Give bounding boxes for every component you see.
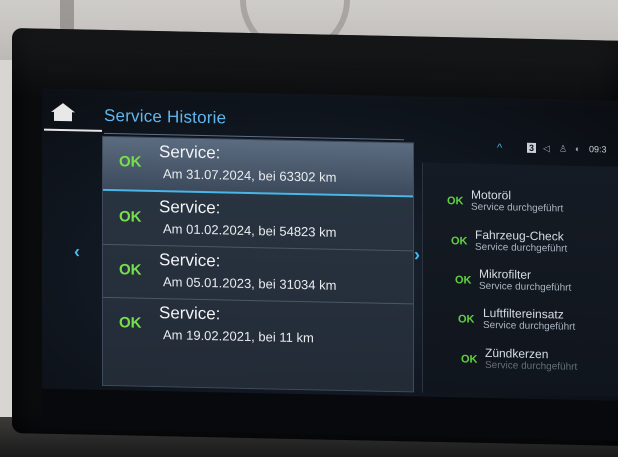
ok-status: OK (119, 153, 142, 171)
next-chevron-icon[interactable]: › (414, 244, 420, 265)
ok-status: OK (451, 235, 468, 248)
detail-subtitle: Service durchgeführt (475, 241, 568, 255)
notification-badge: 3 (527, 142, 537, 153)
service-detail: Am 05.01.2023, bei 31034 km (163, 274, 337, 293)
detail-item: OK Mikrofilter Service durchgeführt (423, 266, 618, 308)
service-entry-2[interactable]: OK Service: Am 01.02.2024, bei 54823 km (103, 191, 413, 252)
screen-glare (12, 28, 618, 111)
service-title: Service: (159, 250, 221, 271)
scroll-up-icon[interactable]: ^ (497, 142, 502, 154)
page-title: Service Historie (104, 105, 227, 128)
detail-subtitle: Service durchgeführt (471, 201, 564, 215)
ok-status: OK (458, 313, 475, 326)
ok-status: OK (119, 208, 142, 226)
detail-item: OK Luftfiltereinsatz Service durchgeführ… (423, 305, 618, 347)
service-title: Service: (159, 142, 221, 163)
detail-title: Motoröl (471, 187, 512, 203)
service-entry-3[interactable]: OK Service: Am 05.01.2023, bei 31034 km (103, 244, 413, 305)
detail-item: OK Motoröl Service durchgeführt (423, 187, 618, 229)
user-icon: ♙ (559, 143, 568, 154)
service-title: Service: (159, 197, 221, 218)
ok-status: OK (119, 261, 142, 279)
service-detail: Am 31.07.2024, bei 63302 km (163, 166, 337, 185)
detail-subtitle: Service durchgeführt (483, 319, 576, 333)
detail-item: OK Fahrzeug-Check Service durchgeführt (423, 227, 618, 269)
service-detail: Am 01.02.2024, bei 54823 km (163, 221, 337, 240)
ok-status: OK (119, 314, 142, 332)
detail-title: Zündkerzen (485, 345, 549, 362)
connection-icon: ◐ (575, 143, 581, 154)
service-entry-4[interactable]: OK Service: Am 19.02.2021, bei 11 km (103, 298, 413, 356)
service-entry-1[interactable]: OK Service: Am 31.07.2024, bei 63302 km (103, 136, 413, 198)
detail-subtitle: Service durchgeführt (485, 359, 578, 373)
sound-icon: ◁ (543, 143, 550, 154)
ok-status: OK (447, 195, 464, 208)
service-detail: Am 19.02.2021, bei 11 km (163, 327, 314, 346)
previous-chevron-icon[interactable]: ‹ (74, 241, 80, 262)
detail-title: Mikrofilter (479, 266, 532, 282)
service-detail-panel: OK Motoröl Service durchgeführt OK Fahrz… (422, 162, 618, 397)
detail-subtitle: Service durchgeführt (479, 280, 572, 294)
ok-status: OK (461, 353, 478, 366)
detail-item: OK Zündkerzen Service durchgeführt (423, 345, 618, 387)
clock: 09:3 (589, 144, 607, 155)
ok-status: OK (455, 274, 472, 287)
home-icon[interactable] (48, 101, 78, 124)
service-history-list: OK Service: Am 31.07.2024, bei 63302 km … (102, 135, 414, 393)
service-title: Service: (159, 303, 221, 324)
infotainment-screen: Service Historie ‹ › OK Service: Am 31.0… (12, 28, 618, 446)
status-bar: ^ 3 ◁ ♙ ◐ 09:3 (497, 142, 618, 163)
